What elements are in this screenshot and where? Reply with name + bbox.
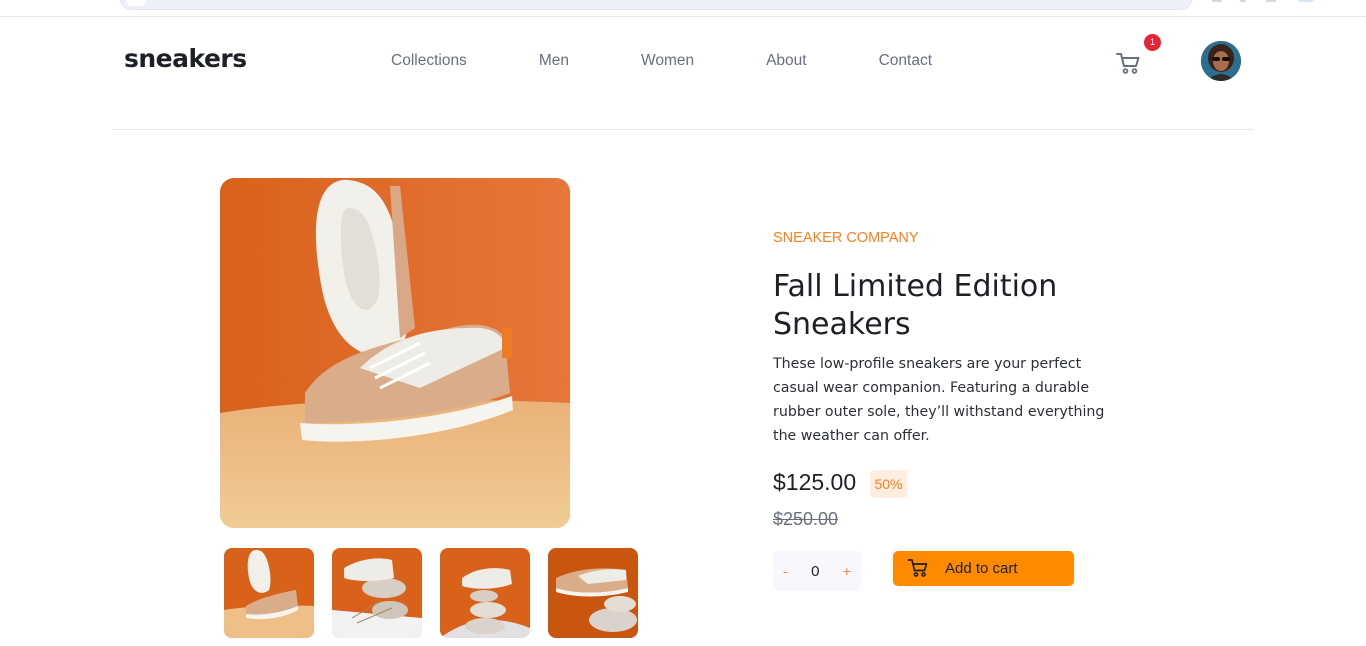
discount-badge: 50% bbox=[870, 470, 907, 498]
product-thumbnail-2[interactable] bbox=[332, 548, 422, 638]
add-to-cart-label: Add to cart bbox=[945, 560, 1018, 577]
site-header: sneakers Collections Men Women About Con… bbox=[112, 17, 1253, 130]
nav-link-women[interactable]: Women bbox=[641, 52, 694, 70]
address-bar[interactable] bbox=[120, 0, 1192, 10]
nav-link-men[interactable]: Men bbox=[539, 52, 569, 70]
product-main-image[interactable] bbox=[220, 178, 570, 528]
decrement-button[interactable]: - bbox=[783, 563, 788, 579]
product-thumbnail-1[interactable] bbox=[224, 548, 314, 638]
browser-extension-icon[interactable] bbox=[1266, 0, 1276, 2]
browser-toolbar bbox=[0, 0, 1366, 17]
site-logo[interactable]: sneakers bbox=[124, 44, 247, 73]
browser-extension-icon[interactable] bbox=[1240, 0, 1246, 2]
increment-button[interactable]: + bbox=[843, 563, 851, 579]
product-description: These low-profile sneakers are your perf… bbox=[773, 356, 1105, 444]
add-to-cart-button[interactable]: Add to cart bbox=[893, 551, 1074, 586]
cart-icon[interactable] bbox=[1115, 51, 1141, 75]
product-thumbnails bbox=[224, 548, 656, 638]
quantity-stepper: - 0 + bbox=[773, 551, 861, 591]
avatar[interactable] bbox=[1201, 41, 1241, 81]
browser-profile-icon[interactable] bbox=[1298, 0, 1314, 2]
cart-icon bbox=[907, 558, 929, 578]
main-nav: Collections Men Women About Contact bbox=[391, 52, 1004, 70]
product-thumbnail-4[interactable] bbox=[548, 548, 638, 638]
original-price: $250.00 bbox=[773, 509, 839, 529]
product-thumbnail-3[interactable] bbox=[440, 548, 530, 638]
cart-count-badge: 1 bbox=[1144, 34, 1161, 51]
product-company: SNEAKER COMPANY bbox=[773, 230, 919, 246]
product-price: $125.00 bbox=[773, 469, 857, 495]
nav-link-about[interactable]: About bbox=[766, 52, 807, 70]
address-bar-indicator bbox=[126, 0, 146, 6]
quantity-value: 0 bbox=[811, 562, 820, 580]
nav-link-collections[interactable]: Collections bbox=[391, 52, 467, 70]
browser-extension-icon[interactable] bbox=[1212, 0, 1222, 2]
product-title: Fall Limited Edition Sneakers bbox=[773, 269, 1058, 342]
nav-link-contact[interactable]: Contact bbox=[879, 52, 932, 70]
